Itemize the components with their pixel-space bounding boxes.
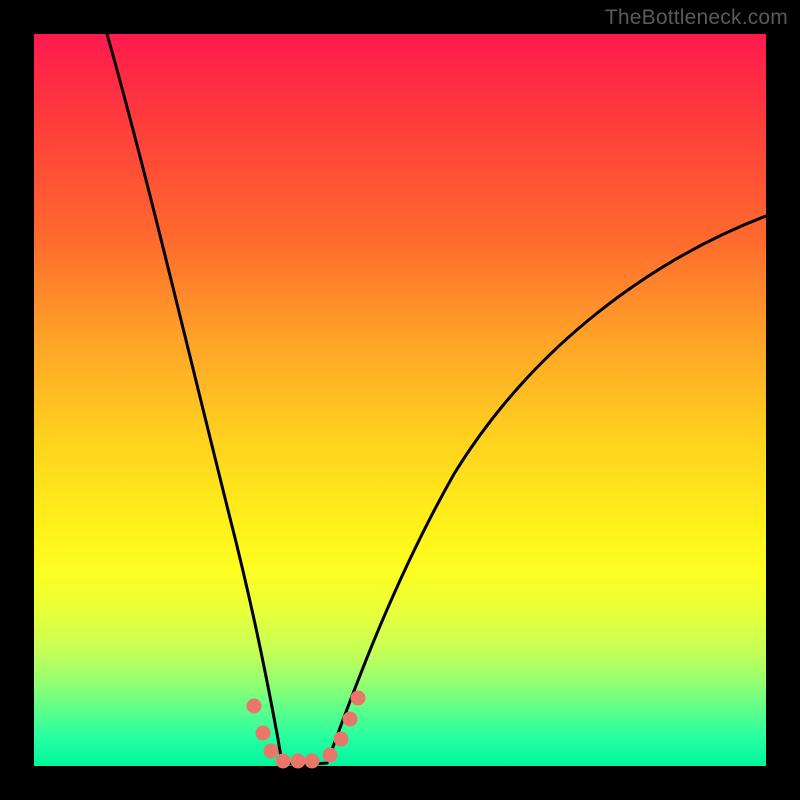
chart-stage: TheBottleneck.com [0, 0, 800, 800]
marker [247, 699, 262, 714]
marker [334, 732, 349, 747]
marker-group [247, 691, 366, 769]
curve-left [107, 34, 282, 763]
watermark-text: TheBottleneck.com [605, 6, 788, 30]
marker [291, 754, 306, 769]
plot-area [34, 34, 766, 766]
curve-right [327, 216, 766, 763]
bottleneck-curve [34, 34, 766, 766]
marker [323, 748, 338, 763]
marker [264, 744, 279, 759]
marker [256, 726, 271, 741]
marker [276, 754, 291, 769]
marker [351, 691, 366, 706]
marker [305, 754, 320, 769]
marker [343, 712, 358, 727]
